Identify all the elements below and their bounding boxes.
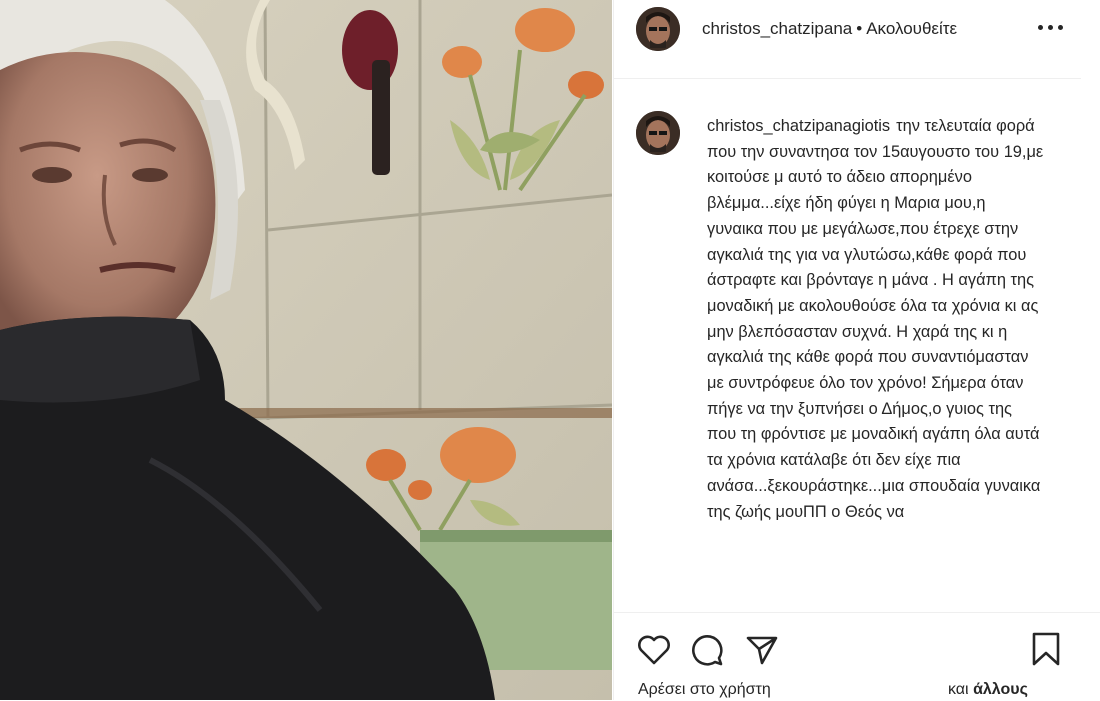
comment-button[interactable] xyxy=(686,629,726,669)
username-link[interactable]: christos_chatzipana xyxy=(702,19,852,38)
comment-icon xyxy=(692,635,723,666)
more-icon xyxy=(1038,25,1043,30)
bookmark-icon xyxy=(1032,632,1060,666)
avatar[interactable] xyxy=(636,7,680,51)
post-photo[interactable] xyxy=(0,0,612,700)
comment-text: την τελευταία φορά που την συναντησα τον… xyxy=(707,117,1044,521)
likes-others-link[interactable]: άλλους xyxy=(973,681,1028,698)
avatar-image xyxy=(636,111,680,155)
post-username-line: christos_chatzipana • Ακολουθείτε xyxy=(702,19,957,39)
more-options-button[interactable] xyxy=(1031,15,1071,39)
post-header: christos_chatzipana • Ακολουθείτε xyxy=(614,0,1081,79)
avatar-image xyxy=(636,7,680,51)
caption-text-block: christos_chatzipanagiotis την τελευταία φ… xyxy=(707,114,1045,525)
action-bar: Αρέσει στο χρήστη και άλλους xyxy=(614,612,1100,701)
post-side-panel: christos_chatzipana • Ακολουθείτε christos… xyxy=(613,0,1100,701)
separator-dot: • xyxy=(856,19,863,38)
post-image xyxy=(0,0,612,700)
likes-and-label: και xyxy=(948,681,969,698)
like-button[interactable] xyxy=(634,629,674,669)
caption-comment: christos_chatzipanagiotis την τελευταία φ… xyxy=(614,96,1081,611)
likes-text: Αρέσει στο χρήστη xyxy=(638,681,771,698)
likes-others[interactable]: και άλλους xyxy=(948,681,1028,699)
heart-icon xyxy=(638,635,670,665)
share-button[interactable] xyxy=(742,629,782,669)
share-icon xyxy=(746,636,778,665)
comment-avatar[interactable] xyxy=(636,111,680,155)
save-button[interactable] xyxy=(1026,629,1066,669)
following-button[interactable]: Ακολουθείτε xyxy=(866,19,957,38)
comment-author-link[interactable]: christos_chatzipanagiotis xyxy=(707,117,890,135)
